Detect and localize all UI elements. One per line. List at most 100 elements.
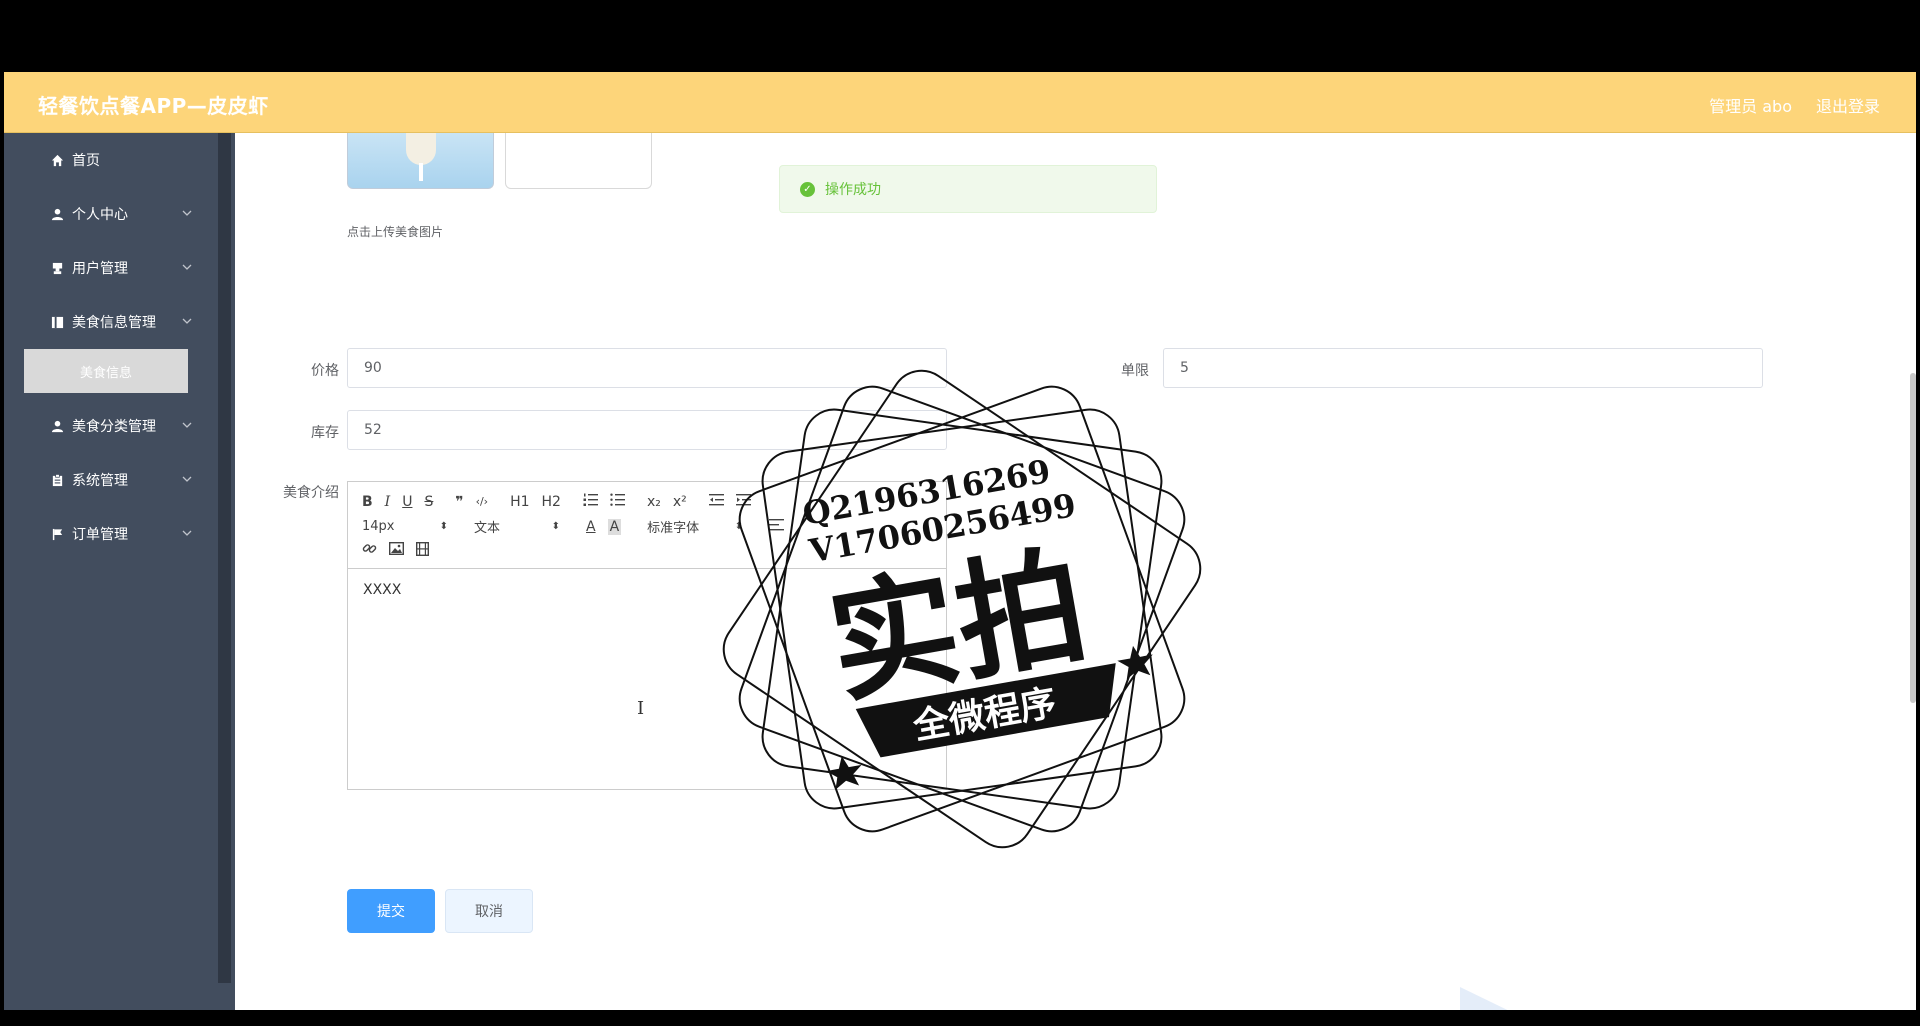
- app-screen: 轻餐饮点餐APP—皮皮虾 管理员 abo 退出登录 首页 个人中心 用户管理 美…: [4, 72, 1916, 1010]
- bullet-list-button[interactable]: [610, 493, 625, 510]
- blockquote-button[interactable]: ❞: [455, 494, 463, 510]
- book-icon: [50, 315, 64, 329]
- stamp-icon: [50, 261, 64, 275]
- font-color-button[interactable]: A: [586, 519, 596, 535]
- chevron-down-icon: [182, 530, 192, 536]
- stock-label: 库存: [311, 425, 339, 441]
- sidebar-scrollbar[interactable]: [218, 133, 231, 983]
- editor-toolbar: B I U S ❞ ‹/› H1 H2 x₂ x² 14px ⬍ 文本 ⬍ A …: [348, 482, 946, 569]
- font-color-icon: A: [586, 518, 596, 535]
- food-image-cup: [406, 133, 436, 165]
- underline-button[interactable]: U: [402, 494, 412, 510]
- upload-hint: 点击上传美食图片: [347, 225, 444, 239]
- italic-button[interactable]: I: [385, 494, 391, 510]
- bold-button[interactable]: B: [362, 494, 373, 510]
- main-content: 点击上传美食图片 价格 90 单限 5 库存 52 美食介绍 B I U S ❞…: [235, 133, 1916, 1010]
- food-image-thumbnail[interactable]: [347, 133, 494, 189]
- submit-button[interactable]: 提交: [347, 889, 435, 933]
- sidebar-item-label: 美食分类管理: [72, 419, 156, 435]
- sidebar-item-label: 个人中心: [72, 207, 128, 223]
- select-arrows-icon: ⬍: [439, 521, 448, 532]
- background-color-button[interactable]: A: [607, 518, 622, 535]
- heading1-button[interactable]: H1: [510, 494, 529, 510]
- image-button[interactable]: [388, 541, 405, 559]
- price-label: 价格: [311, 363, 339, 379]
- list-bullet-icon: [610, 493, 625, 506]
- sidebar-item-user-management[interactable]: 用户管理: [4, 241, 218, 295]
- background-color-icon: A: [609, 518, 620, 535]
- sidebar-item-label: 美食信息管理: [72, 315, 156, 331]
- logout-link[interactable]: 退出登录: [1816, 93, 1880, 117]
- sidebar-item-home[interactable]: 首页: [4, 133, 218, 187]
- limit-input[interactable]: 5: [1163, 348, 1763, 388]
- price-input[interactable]: 90: [347, 348, 947, 388]
- list-ordered-icon: [583, 493, 598, 506]
- sidebar-item-label: 用户管理: [72, 261, 128, 277]
- stock-input[interactable]: 52: [347, 410, 947, 450]
- user-icon: [50, 207, 64, 221]
- indent-button[interactable]: [735, 493, 751, 510]
- sidebar-item-order-management[interactable]: 订单管理: [4, 507, 218, 561]
- toolbar-row-1: B I U S ❞ ‹/› H1 H2 x₂ x²: [362, 493, 763, 510]
- chevron-down-icon: [182, 476, 192, 482]
- sidebar-item-label: 系统管理: [72, 473, 128, 489]
- superscript-button[interactable]: x²: [673, 494, 687, 510]
- text-cursor-icon: I: [637, 698, 645, 719]
- check-circle-icon: ✓: [800, 181, 815, 197]
- code-block-button[interactable]: ‹/›: [476, 494, 489, 510]
- outdent-button[interactable]: [708, 493, 724, 510]
- indent-increase-icon: [735, 494, 751, 506]
- sidebar-item-food-info-management[interactable]: 美食信息管理: [4, 295, 218, 349]
- heading2-button[interactable]: H2: [542, 494, 561, 510]
- rich-text-editor: B I U S ❞ ‹/› H1 H2 x₂ x² 14px ⬍ 文本 ⬍ A …: [347, 481, 947, 790]
- subscript-button[interactable]: x₂: [647, 494, 661, 510]
- indent-decrease-icon: [708, 494, 724, 506]
- strike-button[interactable]: S: [424, 494, 433, 510]
- toast-message: 操作成功: [825, 182, 881, 198]
- font-family-value: 标准字体: [647, 521, 700, 536]
- user-icon: [50, 419, 64, 433]
- main-scrollbar[interactable]: [1910, 373, 1916, 703]
- sidebar-item-label: 订单管理: [72, 527, 128, 543]
- chevron-down-icon: [182, 318, 192, 324]
- font-family-select[interactable]: 标准字体 ⬍: [647, 517, 743, 536]
- select-arrows-icon: ⬍: [551, 521, 560, 532]
- block-type-select[interactable]: 文本 ⬍: [474, 517, 560, 536]
- sidebar-item-food-category-management[interactable]: 美食分类管理: [4, 399, 218, 453]
- clipboard-icon: [50, 473, 64, 487]
- admin-name[interactable]: 管理员 abo: [1709, 93, 1792, 117]
- toolbar-row-2: 14px ⬍ 文本 ⬍ A A 标准字体 ⬍: [362, 517, 796, 536]
- app-title: 轻餐饮点餐APP—皮皮虾: [38, 94, 269, 118]
- cancel-button[interactable]: 取消: [445, 889, 533, 933]
- font-size-value: 14px: [362, 519, 395, 534]
- chevron-down-icon: [182, 422, 192, 428]
- select-arrows-icon: ⬍: [734, 521, 744, 532]
- food-image-stem: [419, 163, 423, 181]
- align-button[interactable]: [769, 518, 785, 535]
- sidebar-item-label: 首页: [72, 153, 100, 169]
- video-icon: [415, 541, 430, 556]
- video-button[interactable]: [415, 541, 430, 560]
- sidebar: 首页 个人中心 用户管理 美食信息管理 美食信息 美食分类管理 系统管理 订单管…: [4, 133, 235, 1010]
- block-type-value: 文本: [474, 521, 501, 536]
- link-button[interactable]: [362, 541, 377, 560]
- ordered-list-button[interactable]: [583, 493, 598, 510]
- limit-label: 单限: [1121, 363, 1149, 379]
- chevron-down-icon: [182, 210, 192, 216]
- sidebar-item-system-management[interactable]: 系统管理: [4, 453, 218, 507]
- font-size-select[interactable]: 14px ⬍: [362, 519, 448, 534]
- home-icon: [50, 153, 64, 167]
- image-upload-box[interactable]: [505, 133, 652, 189]
- intro-label: 美食介绍: [283, 485, 339, 501]
- top-header: 轻餐饮点餐APP—皮皮虾 管理员 abo 退出登录: [4, 72, 1916, 133]
- image-icon: [388, 541, 405, 556]
- sidebar-item-personal-center[interactable]: 个人中心: [4, 187, 218, 241]
- header-user-area: 管理员 abo 退出登录: [1709, 93, 1880, 117]
- link-icon: [362, 544, 377, 553]
- toolbar-row-3: [362, 541, 441, 560]
- chevron-down-icon: [182, 264, 192, 270]
- editor-content[interactable]: XXXX: [348, 570, 946, 789]
- flag-icon: [50, 527, 64, 541]
- sidebar-menu: 首页 个人中心 用户管理 美食信息管理 美食信息 美食分类管理 系统管理 订单管…: [4, 133, 218, 561]
- sidebar-subitem-food-info[interactable]: 美食信息: [24, 349, 188, 393]
